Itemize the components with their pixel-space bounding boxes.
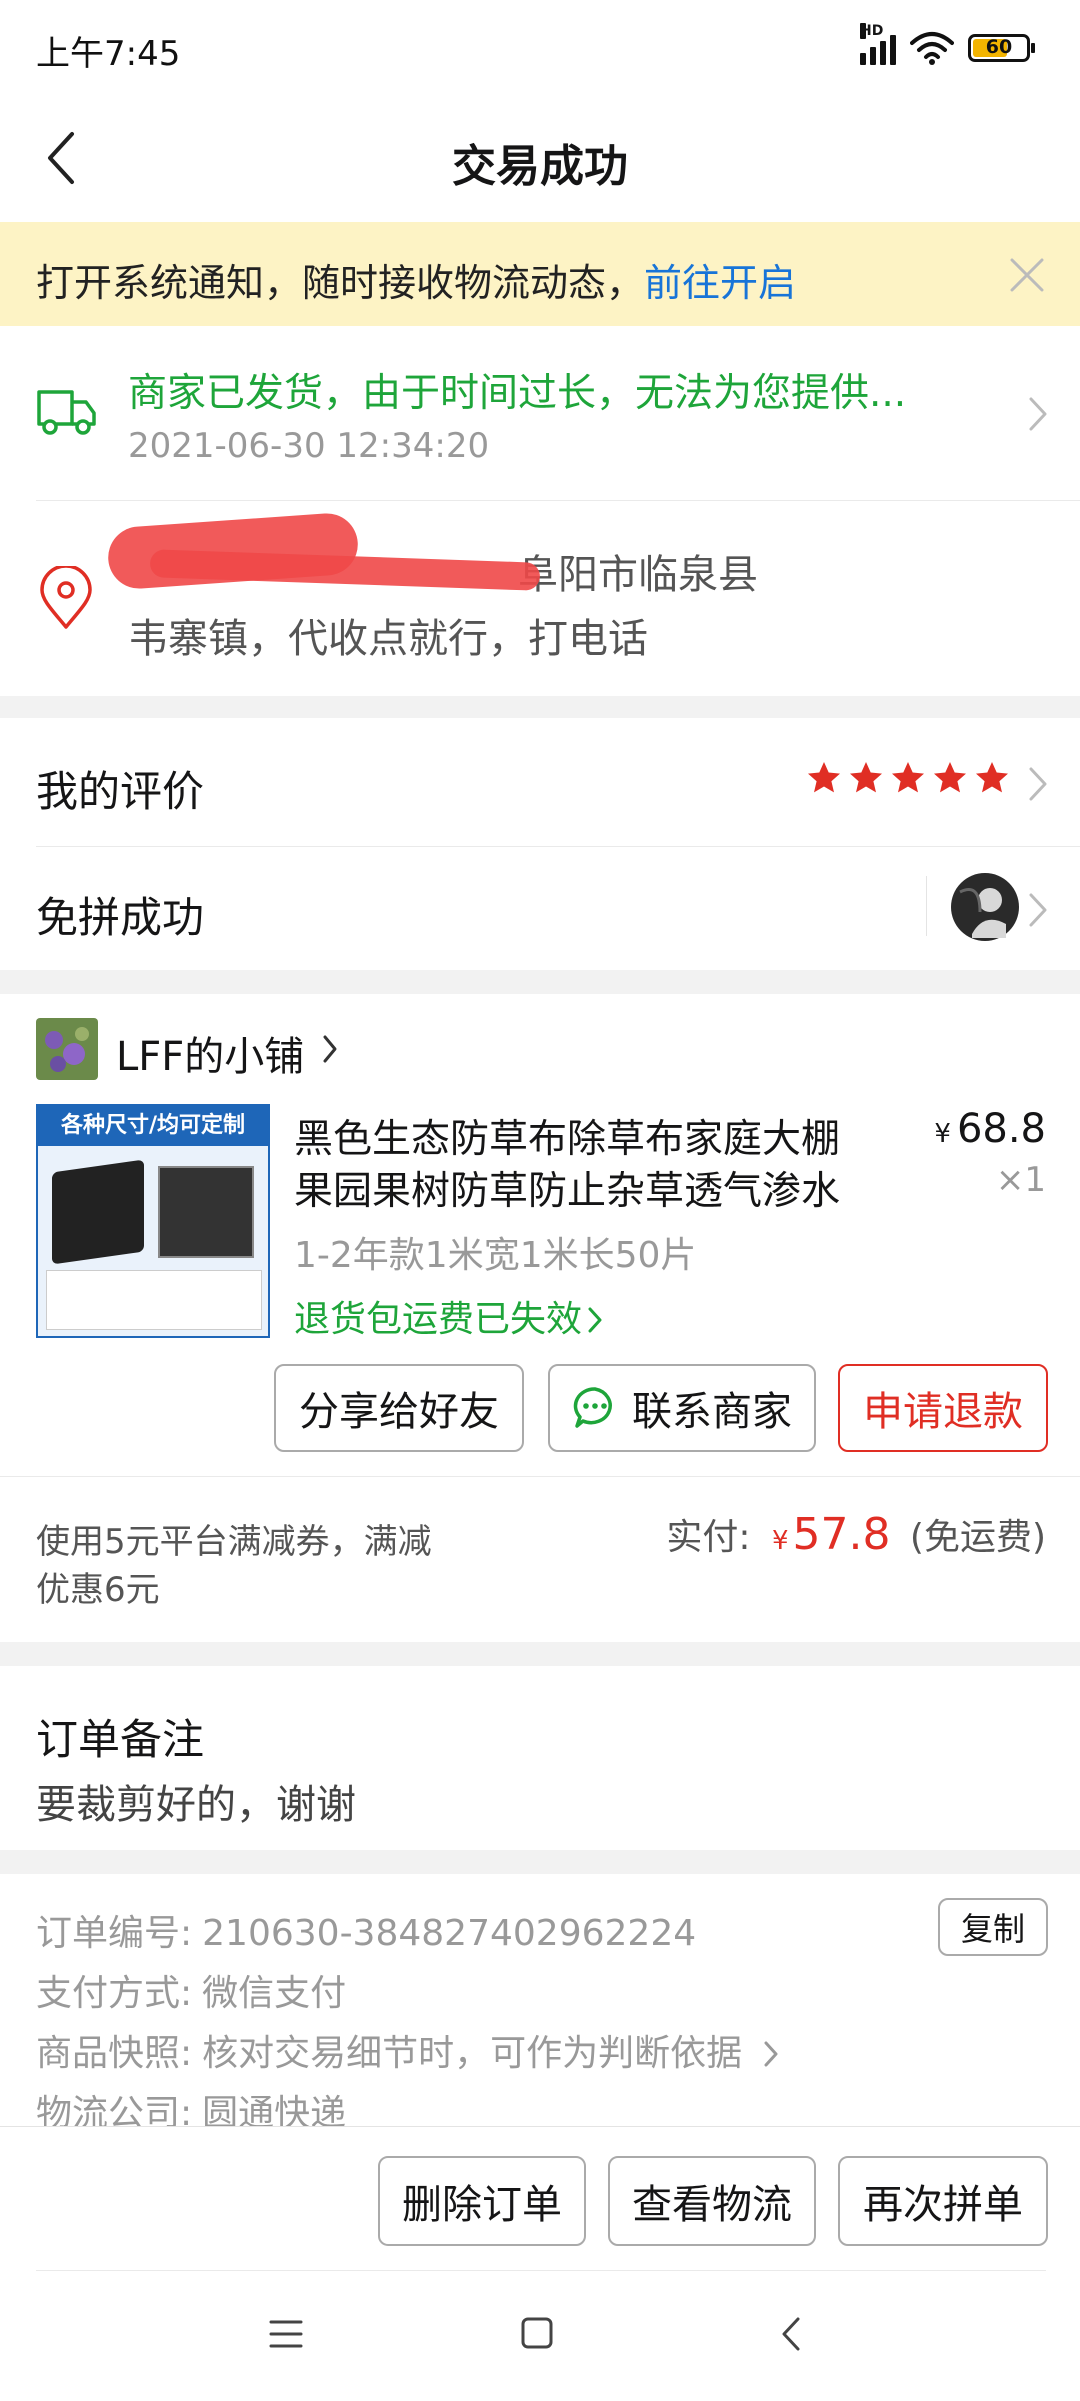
signal-icon: HD [860, 23, 896, 65]
logistics-time: 2021-06-30 12:34:20 [128, 426, 490, 466]
paid-currency: ¥ [771, 1526, 789, 1556]
system-back-icon[interactable] [780, 2316, 802, 2352]
price-value: 68.8 [956, 1106, 1046, 1152]
courier-label: 物流公司: [36, 2093, 193, 2126]
page-title: 交易成功 [452, 141, 628, 192]
star-icon [892, 762, 924, 793]
payment-method-label: 支付方式: [36, 1973, 193, 2014]
divider [36, 500, 1080, 501]
review-stars [806, 760, 1010, 796]
product-spec: 1-2年款1米宽1米长50片 [294, 1235, 697, 1276]
address-line-2: 韦寨镇，代收点就行，打电话 [128, 616, 648, 662]
avatar[interactable] [950, 872, 1020, 942]
battery-icon: 60 [968, 34, 1035, 62]
home-icon[interactable] [520, 2316, 554, 2350]
network-type: HD [860, 23, 884, 39]
return-note-text: 退货包运费已失效 [294, 1299, 583, 1340]
logistics-status[interactable]: 商家已发货，由于时间过长，无法为您提供... [128, 362, 998, 418]
notification-text: 打开系统通知，随时接收物流动态，前往开启 [36, 252, 796, 307]
truck-icon [37, 390, 96, 435]
star-icon [934, 762, 966, 793]
remark-title: 订单备注 [36, 1715, 205, 1764]
star-icon [976, 762, 1008, 793]
chat-bubble-icon [573, 1387, 612, 1428]
product-title-line-2[interactable]: 果园果树防草防止杂草透气渗水 [294, 1160, 840, 1216]
track-package-button[interactable]: 查看物流 [608, 2156, 816, 2246]
return-shipping-note[interactable]: 退货包运费已失效 [294, 1290, 602, 1342]
order-number-label: 订单编号: [36, 1913, 193, 1954]
refund-label: 申请退款 [863, 1389, 1023, 1435]
snapshot-text: 核对交易细节时，可作为判断依据 [202, 2033, 743, 2074]
payment-method-row: 支付方式: 微信支付 [36, 1964, 346, 2016]
product-thumbnail[interactable]: 各种尺寸/均可定制 [36, 1104, 270, 1338]
snapshot-label: 商品快照: [36, 2033, 193, 2074]
thumbnail-roll [52, 1159, 144, 1265]
group-status-label: 免拼成功 [36, 893, 205, 942]
paid-amount: 实付: ¥57.8 (免运费) [666, 1508, 1046, 1560]
paid-value: 57.8 [792, 1509, 891, 1560]
product-quantity: ×1 [995, 1160, 1046, 1200]
order-number-row: 订单编号: 210630-384827402962224 [36, 1904, 696, 1956]
copy-button[interactable]: 复制 [938, 1898, 1048, 1956]
enable-notification-link[interactable]: 前往开启 [644, 261, 796, 305]
share-label: 分享给好友 [299, 1389, 499, 1435]
divider [36, 846, 1080, 847]
delete-order-button[interactable]: 删除订单 [378, 2156, 586, 2246]
contact-seller-button[interactable]: 联系商家 [548, 1364, 816, 1452]
menu-icon[interactable] [268, 2318, 304, 2350]
product-price: ¥68.8 [934, 1106, 1046, 1152]
price-currency: ¥ [934, 1119, 951, 1149]
divider-vertical [926, 876, 927, 936]
battery-level: 60 [985, 36, 1013, 58]
chevron-right-icon [588, 1307, 602, 1333]
payment-method: 微信支付 [202, 1973, 347, 2014]
wifi-icon [910, 32, 954, 65]
courier-row: 物流公司: 圆通快递 [36, 2084, 346, 2126]
contact-label: 联系商家 [632, 1389, 792, 1435]
shop-logo[interactable] [36, 1018, 98, 1080]
chevron-right-icon[interactable] [322, 1034, 338, 1064]
track-package-label: 查看物流 [632, 2182, 792, 2228]
status-time: 上午7:45 [36, 34, 181, 74]
copy-label: 复制 [960, 1910, 1025, 1948]
divider [0, 1476, 1080, 1477]
thumbnail-sheet [158, 1166, 254, 1258]
remark-text: 要裁剪好的，谢谢 [36, 1782, 356, 1828]
product-title-line-1[interactable]: 黑色生态防草布除草布家庭大棚 [294, 1108, 840, 1164]
order-number: 210630-384827402962224 [202, 1913, 697, 1954]
delete-order-label: 删除订单 [402, 2182, 562, 2228]
chevron-right-icon[interactable] [1028, 396, 1048, 432]
shop-name[interactable]: LFF的小铺 [116, 1024, 304, 1082]
courier-name: 圆通快递 [202, 2093, 347, 2126]
paid-label: 实付: [666, 1517, 751, 1558]
chevron-right-icon[interactable] [1028, 892, 1048, 928]
reorder-button[interactable]: 再次拼单 [838, 2156, 1048, 2246]
refund-button[interactable]: 申请退款 [838, 1364, 1048, 1452]
close-icon[interactable] [1004, 252, 1050, 298]
chevron-right-icon[interactable] [1028, 766, 1048, 802]
location-pin-icon [40, 566, 92, 629]
snapshot-row[interactable]: 商品快照: 核对交易细节时，可作为判断依据 [36, 2024, 778, 2076]
share-button[interactable]: 分享给好友 [274, 1364, 524, 1452]
status-icons: HD 60 [860, 23, 1035, 68]
shipping-note: (免运费) [909, 1517, 1046, 1558]
address-city: 阜阳市临泉县 [518, 552, 758, 598]
reorder-label: 再次拼单 [863, 2182, 1023, 2228]
chevron-right-icon [764, 2041, 778, 2067]
coupon-line-2: 优惠6元 [36, 1570, 160, 1610]
coupon-line-1: 使用5元平台满减券，满减 [36, 1522, 432, 1562]
star-icon [808, 762, 840, 793]
thumbnail-table [46, 1270, 262, 1330]
notification-message: 打开系统通知，随时接收物流动态， [36, 261, 645, 305]
review-label: 我的评价 [36, 767, 205, 816]
divider [36, 2270, 1046, 2271]
star-icon [850, 762, 882, 793]
thumbnail-header: 各种尺寸/均可定制 [38, 1106, 268, 1146]
